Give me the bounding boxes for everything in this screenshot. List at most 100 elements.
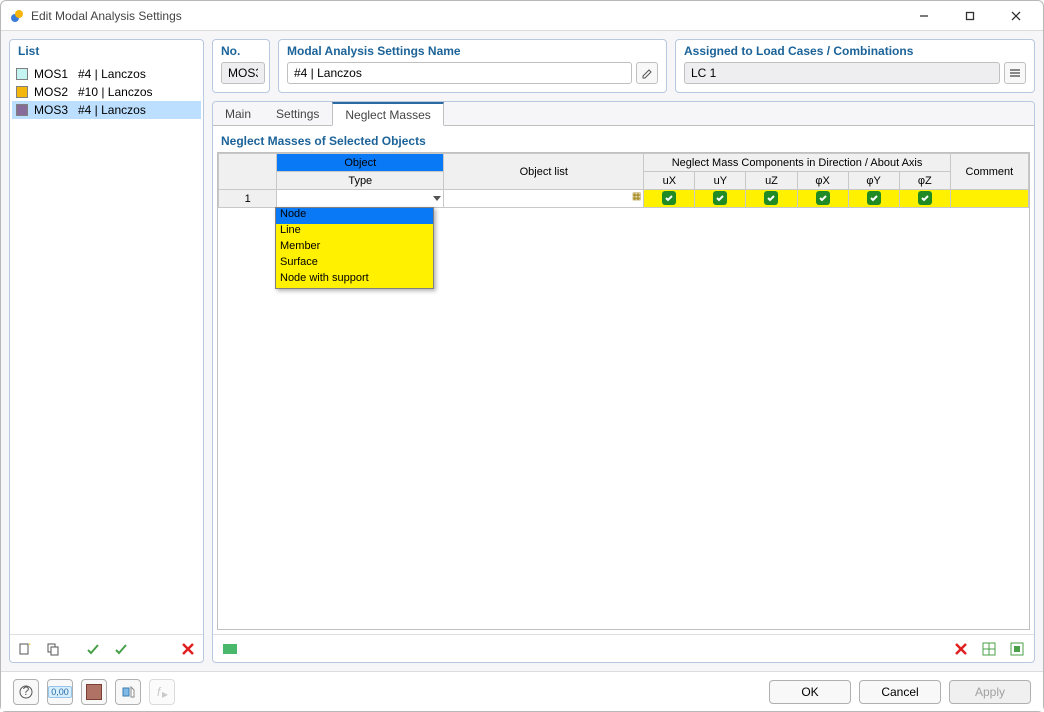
top-row: No. Modal Analysis Settings Name bbox=[212, 39, 1035, 93]
cancel-button[interactable]: Cancel bbox=[859, 680, 941, 704]
list-item-id: MOS1 bbox=[34, 67, 72, 81]
col-rownum bbox=[219, 154, 277, 190]
number-label: No. bbox=[221, 44, 261, 58]
tab-strip: Main Settings Neglect Masses bbox=[213, 102, 1034, 126]
col-type[interactable]: Type bbox=[277, 172, 444, 190]
group-number: No. bbox=[212, 39, 270, 93]
tabs-footer bbox=[213, 634, 1034, 662]
color-swatch bbox=[16, 86, 28, 98]
chevron-down-icon bbox=[433, 196, 441, 201]
col-uy[interactable]: uY bbox=[695, 172, 746, 190]
col-object[interactable]: Object bbox=[277, 154, 444, 172]
name-label: Modal Analysis Settings Name bbox=[287, 44, 658, 58]
col-comment[interactable]: Comment bbox=[950, 154, 1028, 190]
dropdown-item-node-with-support[interactable]: Node with support bbox=[276, 272, 433, 288]
dropdown-item-line[interactable]: Line bbox=[276, 224, 433, 240]
units-button[interactable]: 0,00 bbox=[47, 679, 73, 705]
list-item-mos1[interactable]: MOS1 #4 | Lanczos bbox=[12, 65, 201, 83]
check-button-2[interactable] bbox=[110, 638, 132, 660]
number-field bbox=[221, 62, 265, 84]
cell-phiy[interactable] bbox=[848, 190, 899, 208]
list-item-label: #4 | Lanczos bbox=[78, 67, 146, 81]
minimize-button[interactable] bbox=[901, 1, 947, 31]
maximize-button[interactable] bbox=[947, 1, 993, 31]
list-item-label: #4 | Lanczos bbox=[78, 103, 146, 117]
grid-tool-1[interactable] bbox=[219, 638, 241, 660]
right-panel: No. Modal Analysis Settings Name bbox=[212, 39, 1035, 663]
check-icon bbox=[918, 191, 932, 205]
list-item-mos3[interactable]: MOS3 #4 | Lanczos bbox=[12, 101, 201, 119]
row-delete-button[interactable] bbox=[950, 638, 972, 660]
color-tool-button[interactable] bbox=[81, 679, 107, 705]
col-group-directions: Neglect Mass Components in Direction / A… bbox=[644, 154, 951, 172]
tab-main[interactable]: Main bbox=[213, 102, 264, 125]
cell-type[interactable] bbox=[277, 190, 444, 208]
list-panel: List MOS1 #4 | Lanczos MOS2 #10 | Lanczo… bbox=[9, 39, 204, 663]
ok-button[interactable]: OK bbox=[769, 680, 851, 704]
titlebar: Edit Modal Analysis Settings bbox=[1, 1, 1043, 31]
grid-tool-2[interactable] bbox=[978, 638, 1000, 660]
check-icon bbox=[764, 191, 778, 205]
app-icon bbox=[9, 8, 25, 24]
list-item-mos2[interactable]: MOS2 #10 | Lanczos bbox=[12, 83, 201, 101]
check-icon bbox=[662, 191, 676, 205]
assigned-detail-button[interactable] bbox=[1004, 62, 1026, 84]
cell-ux[interactable] bbox=[644, 190, 695, 208]
dropdown-item-member[interactable]: Member bbox=[276, 240, 433, 256]
col-phix[interactable]: φX bbox=[797, 172, 848, 190]
svg-text:▸: ▸ bbox=[162, 687, 168, 699]
grid-tool-3[interactable] bbox=[1006, 638, 1028, 660]
bottom-bar: ? 0,00 f▸ OK Cancel Apply bbox=[1, 671, 1043, 711]
group-name: Modal Analysis Settings Name bbox=[278, 39, 667, 93]
window-title: Edit Modal Analysis Settings bbox=[31, 9, 901, 23]
tab-settings[interactable]: Settings bbox=[264, 102, 332, 125]
cell-object-list[interactable]: ▦ bbox=[444, 190, 644, 208]
dialog-window: Edit Modal Analysis Settings List MOS1 #… bbox=[0, 0, 1044, 712]
assigned-label: Assigned to Load Cases / Combinations bbox=[684, 44, 1026, 58]
copy-button[interactable] bbox=[42, 638, 64, 660]
neglect-grid[interactable]: Object Object list Neglect Mass Componen… bbox=[218, 153, 1029, 208]
list-items: MOS1 #4 | Lanczos MOS2 #10 | Lanczos MOS… bbox=[10, 63, 203, 634]
svg-text:?: ? bbox=[23, 685, 30, 698]
assigned-field bbox=[684, 62, 1000, 84]
cell-comment[interactable] bbox=[950, 190, 1028, 208]
name-field[interactable] bbox=[287, 62, 632, 84]
dropdown-item-node[interactable]: Node bbox=[276, 208, 433, 224]
cell-uy[interactable] bbox=[695, 190, 746, 208]
list-toolbar bbox=[10, 634, 203, 662]
col-uz[interactable]: uZ bbox=[746, 172, 797, 190]
check-button-1[interactable] bbox=[82, 638, 104, 660]
cell-uz[interactable] bbox=[746, 190, 797, 208]
color-swatch bbox=[16, 68, 28, 80]
check-icon bbox=[816, 191, 830, 205]
new-button[interactable] bbox=[14, 638, 36, 660]
edit-name-button[interactable] bbox=[636, 62, 658, 84]
section-label: Neglect Masses of Selected Objects bbox=[221, 134, 1030, 148]
cell-phix[interactable] bbox=[797, 190, 848, 208]
dialog-body: List MOS1 #4 | Lanczos MOS2 #10 | Lanczo… bbox=[1, 31, 1043, 671]
tab-neglect-masses[interactable]: Neglect Masses bbox=[332, 102, 443, 126]
check-icon bbox=[713, 191, 727, 205]
col-ux[interactable]: uX bbox=[644, 172, 695, 190]
tab-content-neglect: Neglect Masses of Selected Objects bbox=[213, 126, 1034, 634]
group-assigned: Assigned to Load Cases / Combinations bbox=[675, 39, 1035, 93]
close-button[interactable] bbox=[993, 1, 1039, 31]
col-phiy[interactable]: φY bbox=[848, 172, 899, 190]
list-item-id: MOS3 bbox=[34, 103, 72, 117]
table-row[interactable]: 1 ▦ bbox=[219, 190, 1029, 208]
apply-button: Apply bbox=[949, 680, 1031, 704]
list-item-label: #10 | Lanczos bbox=[78, 85, 153, 99]
delete-button[interactable] bbox=[177, 638, 199, 660]
object-type-dropdown[interactable]: Node Line Member Surface Node with suppo… bbox=[275, 207, 434, 289]
view-tool-button[interactable] bbox=[115, 679, 141, 705]
formula-button[interactable]: f▸ bbox=[149, 679, 175, 705]
col-object-list[interactable]: Object list bbox=[444, 154, 644, 190]
window-controls bbox=[901, 1, 1039, 31]
cell-phiz[interactable] bbox=[899, 190, 950, 208]
grid-area: Object Object list Neglect Mass Componen… bbox=[217, 152, 1030, 630]
dropdown-item-surface[interactable]: Surface bbox=[276, 256, 433, 272]
col-phiz[interactable]: φZ bbox=[899, 172, 950, 190]
list-item-id: MOS2 bbox=[34, 85, 72, 99]
cell-rownum: 1 bbox=[219, 190, 277, 208]
help-button[interactable]: ? bbox=[13, 679, 39, 705]
